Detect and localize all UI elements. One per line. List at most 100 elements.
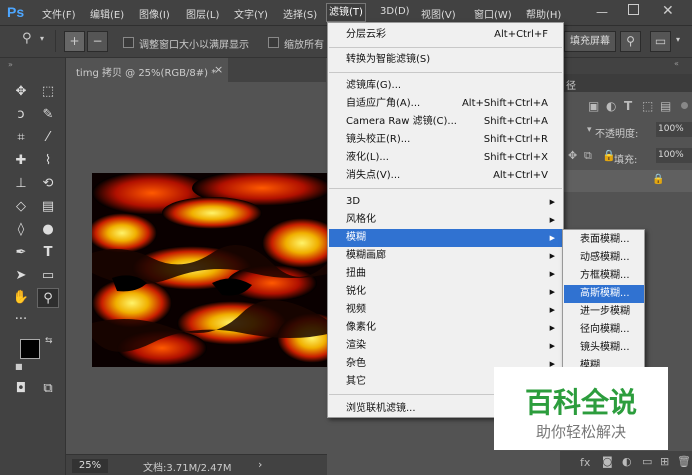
workspace-icon[interactable]: ▭ [650, 31, 671, 52]
screen-mode-icon[interactable]: ⧉ [37, 379, 59, 399]
minimize-icon[interactable]: — [596, 5, 608, 19]
collapse-panel-icon[interactable]: « [674, 59, 679, 68]
collapse-arrows-icon[interactable]: » [8, 60, 13, 69]
fill-screen-button[interactable]: 填充屏幕 [564, 31, 616, 52]
foreground-color-swatch[interactable] [20, 339, 40, 359]
zoom-level-field[interactable]: 25% [72, 459, 108, 473]
delete-layer-icon[interactable]: 🗑 [677, 455, 691, 468]
submenu-item-blur-more[interactable]: 进一步模糊 [564, 303, 644, 321]
menu-item-blur[interactable]: 模糊 ▶ [329, 229, 562, 247]
dodge-tool-icon[interactable]: ● [37, 220, 59, 240]
fx-icon[interactable]: fx [580, 456, 590, 469]
menu-view[interactable]: 视图(V) [421, 6, 456, 21]
eraser-tool-icon[interactable]: ◇ [10, 197, 32, 217]
panel-tab-paths[interactable]: 径 [566, 77, 576, 92]
hand-tool-icon[interactable]: ✋ [10, 288, 32, 308]
move-tool-icon[interactable]: ✥ [10, 82, 32, 102]
layer-row[interactable]: 🔒 [560, 170, 692, 192]
menu-item-video[interactable]: 视频 ▶ [329, 301, 562, 319]
menu-3d[interactable]: 3D(D) [380, 6, 410, 17]
menu-help[interactable]: 帮助(H) [526, 6, 561, 21]
gradient-tool-icon[interactable]: ▤ [37, 197, 59, 217]
default-colors-icon[interactable]: ■ [15, 362, 23, 371]
workspace-chevron-icon[interactable]: ▾ [676, 35, 680, 44]
brush-tool-icon[interactable]: ⌇ [37, 151, 59, 171]
type-tool-icon[interactable]: T [37, 243, 59, 263]
zoom-tool-icon[interactable]: ⚲ [37, 288, 59, 308]
blend-mode-chevron-icon[interactable]: ▾ [587, 125, 592, 135]
menu-item-stylize[interactable]: 风格化 ▶ [329, 211, 562, 229]
history-brush-tool-icon[interactable]: ⟲ [37, 174, 59, 194]
menu-item-render[interactable]: 渲染 ▶ [329, 337, 562, 355]
pixel-filter-icon[interactable]: ▣ [588, 99, 599, 113]
type-filter-icon[interactable]: T [624, 99, 632, 113]
menu-item-adaptive-wide-angle[interactable]: 自适应广角(A)... Alt+Shift+Ctrl+A [329, 95, 562, 113]
menu-filter[interactable]: 滤镜(T) [326, 3, 366, 22]
menu-select[interactable]: 选择(S) [283, 6, 317, 21]
adjustment-layer-icon[interactable]: ◐ [622, 455, 632, 468]
resize-window-checkbox[interactable] [123, 37, 134, 48]
menu-item-last-filter[interactable]: 分层云彩 Alt+Ctrl+F [329, 26, 562, 44]
menu-file[interactable]: 文件(F) [42, 6, 76, 21]
menu-image[interactable]: 图像(I) [139, 6, 170, 21]
eyedropper-tool-icon[interactable]: ⁄ [37, 128, 59, 148]
search-icon[interactable]: ⚲ [620, 31, 641, 52]
menu-item-vanishing-point[interactable]: 消失点(V)... Alt+Ctrl+V [329, 167, 562, 185]
menu-item-liquify[interactable]: 液化(L)... Shift+Ctrl+X [329, 149, 562, 167]
healing-brush-tool-icon[interactable]: ✚ [10, 151, 32, 171]
path-select-tool-icon[interactable]: ➤ [10, 266, 32, 286]
status-menu-arrow-icon[interactable]: › [258, 458, 262, 471]
zoom-tool-preset-icon[interactable]: ⚲ [22, 31, 32, 46]
menu-type[interactable]: 文字(Y) [234, 6, 268, 21]
filter-toggle-icon[interactable] [681, 102, 688, 109]
menu-item-lens-correction[interactable]: 镜头校正(R)... Shift+Ctrl+R [329, 131, 562, 149]
document-image[interactable] [92, 173, 332, 367]
menu-window[interactable]: 窗口(W) [474, 6, 512, 21]
menu-item-filter-gallery[interactable]: 滤镜库(G)... [329, 77, 562, 95]
submenu-item-radial-blur[interactable]: 径向模糊... [564, 321, 644, 339]
menu-item-convert-smart-filter[interactable]: 转换为智能滤镜(S) [329, 51, 562, 69]
lasso-tool-icon[interactable]: ↄ [10, 105, 32, 125]
restore-icon[interactable] [628, 4, 639, 15]
clone-stamp-tool-icon[interactable]: ⊥ [10, 174, 32, 194]
swap-colors-icon[interactable]: ⇆ [45, 336, 53, 346]
edit-toolbar-icon[interactable]: ··· [10, 310, 32, 330]
menu-edit[interactable]: 编辑(E) [90, 6, 124, 21]
menu-item-sharpen[interactable]: 锐化 ▶ [329, 283, 562, 301]
smart-object-filter-icon[interactable]: ▤ [660, 99, 671, 113]
submenu-item-surface-blur[interactable]: 表面模糊... [564, 231, 644, 249]
menu-item-camera-raw[interactable]: Camera Raw 滤镜(C)... Shift+Ctrl+A [329, 113, 562, 131]
menu-item-blur-gallery[interactable]: 模糊画廊 ▶ [329, 247, 562, 265]
submenu-item-motion-blur[interactable]: 动感模糊... [564, 249, 644, 267]
new-group-icon[interactable]: ▭ [642, 455, 652, 468]
lock-position-icon[interactable]: ✥ [568, 149, 577, 162]
shape-filter-icon[interactable]: ⬚ [642, 99, 653, 113]
quick-select-tool-icon[interactable]: ✎ [37, 105, 59, 125]
marquee-tool-icon[interactable]: ⬚ [37, 82, 59, 102]
close-tab-icon[interactable]: × [214, 63, 223, 76]
menu-item-distort[interactable]: 扭曲 ▶ [329, 265, 562, 283]
menu-layer[interactable]: 图层(L) [186, 6, 219, 21]
chevron-down-icon[interactable]: ▾ [40, 34, 44, 43]
zoom-all-checkbox[interactable] [268, 37, 279, 48]
submenu-item-gaussian-blur[interactable]: 高斯模糊... [564, 285, 644, 303]
zoom-out-icon[interactable]: − [87, 31, 108, 52]
opacity-field[interactable]: 100% [656, 122, 692, 137]
crop-tool-icon[interactable]: ⌗ [10, 128, 32, 148]
document-tab[interactable]: timg 拷贝 @ 25%(RGB/8#) * [66, 58, 228, 82]
adjustment-filter-icon[interactable]: ◐ [606, 99, 616, 113]
rectangle-tool-icon[interactable]: ▭ [37, 266, 59, 286]
menu-item-pixelate[interactable]: 像素化 ▶ [329, 319, 562, 337]
add-mask-icon[interactable]: ◙ [602, 455, 613, 468]
submenu-item-box-blur[interactable]: 方框模糊... [564, 267, 644, 285]
blur-tool-icon[interactable]: ◊ [10, 220, 32, 240]
quick-mask-icon[interactable]: ◘ [10, 379, 32, 399]
zoom-in-icon[interactable]: + [64, 31, 85, 52]
submenu-item-lens-blur[interactable]: 镜头模糊... [564, 339, 644, 357]
menu-item-3d[interactable]: 3D ▶ [329, 193, 562, 211]
new-layer-icon[interactable]: ⊞ [660, 455, 669, 468]
lock-artboard-icon[interactable]: ⧉ [584, 149, 592, 163]
pen-tool-icon[interactable]: ✒ [10, 243, 32, 263]
close-window-icon[interactable]: ✕ [662, 3, 674, 19]
fill-field[interactable]: 100% [656, 148, 692, 163]
